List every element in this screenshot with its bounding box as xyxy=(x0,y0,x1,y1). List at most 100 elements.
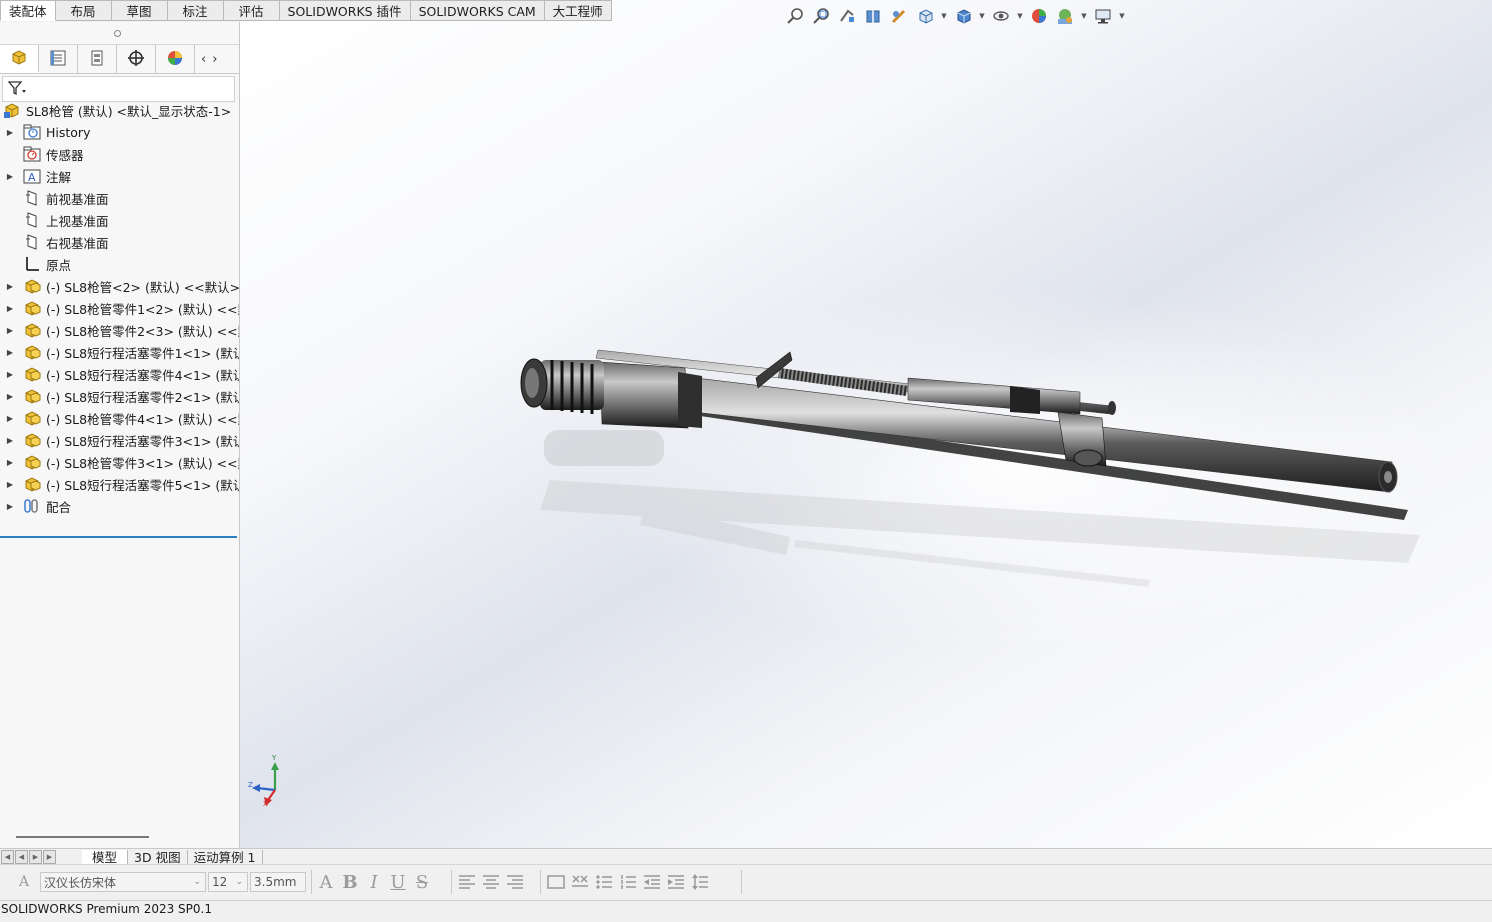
chevron-down-icon[interactable]: ▼ xyxy=(1080,5,1088,27)
expand-arrow-icon[interactable]: ▶ xyxy=(2,407,18,429)
expand-arrow-icon[interactable]: ▶ xyxy=(2,319,18,341)
chevron-down-icon[interactable]: ▼ xyxy=(1016,5,1024,27)
tab-0[interactable]: 装配体 xyxy=(0,0,56,21)
tree-item[interactable]: 前视基准面 xyxy=(0,187,239,209)
bold-icon[interactable]: B xyxy=(338,871,362,893)
stack-icon[interactable] xyxy=(568,871,592,893)
scroll-right-icon[interactable]: › xyxy=(212,52,217,67)
section-view-icon[interactable] xyxy=(862,5,884,27)
first-tab-icon[interactable]: ◀ xyxy=(1,850,14,864)
tab-1[interactable]: 布局 xyxy=(55,0,112,21)
previous-view-icon[interactable] xyxy=(836,5,858,27)
panel-grip[interactable] xyxy=(0,22,239,45)
tree-item[interactable]: ▶ (-) SL8短行程活塞零件4<1> (默认) xyxy=(0,363,239,385)
rollback-bar[interactable] xyxy=(0,536,237,538)
strikethrough-icon[interactable]: S xyxy=(410,871,434,893)
tab-6[interactable]: SOLIDWORKS CAM xyxy=(410,0,545,21)
tree-item[interactable]: ▶ (-) SL8短行程活塞零件1<1> (默认) xyxy=(0,341,239,363)
tree-item[interactable]: ▶ (-) SL8枪管零件3<1> (默认) <<默认 xyxy=(0,451,239,473)
view-settings-icon[interactable] xyxy=(1092,5,1114,27)
tree-root-assembly[interactable]: SL8枪管 (默认) <默认_显示状态-1> xyxy=(0,99,239,121)
expand-arrow-icon[interactable]: ▶ xyxy=(2,363,18,385)
tree-item[interactable]: ▶ A 注解 xyxy=(0,165,239,187)
tab-2[interactable]: 草图 xyxy=(111,0,168,21)
tree-item[interactable]: 传感器 xyxy=(0,143,239,165)
expand-arrow-icon[interactable]: ▶ xyxy=(2,297,18,319)
align-right-icon[interactable] xyxy=(503,871,527,893)
apply-scene-icon[interactable] xyxy=(1054,5,1076,27)
configurationmanager-tab[interactable] xyxy=(78,45,117,73)
chevron-down-icon[interactable]: ▼ xyxy=(1118,5,1126,27)
tab-4[interactable]: 评估 xyxy=(223,0,280,21)
align-left-icon[interactable] xyxy=(455,871,479,893)
text-height-field[interactable]: 3.5mm xyxy=(250,872,306,892)
expand-arrow-icon[interactable]: ▶ xyxy=(2,121,18,143)
panel-horizontal-scrollbar[interactable] xyxy=(16,836,149,838)
tree-item[interactable]: ▶ (-) SL8枪管零件4<1> (默认) <<默认 xyxy=(0,407,239,429)
displaymanager-tab[interactable] xyxy=(156,45,195,73)
expand-arrow-icon[interactable]: ▶ xyxy=(2,451,18,473)
sheet-tab-1[interactable]: 3D 视图 xyxy=(128,849,188,865)
line-spacing-icon[interactable] xyxy=(688,871,712,893)
tree-item[interactable]: ▶ (-) SL8短行程活塞零件5<1> (默认) xyxy=(0,473,239,495)
expand-arrow-icon[interactable]: ▶ xyxy=(2,495,18,517)
expand-arrow-icon[interactable]: ▶ xyxy=(2,429,18,451)
tree-item-label: (-) SL8短行程活塞零件3<1> (默认) xyxy=(46,433,239,449)
model-view-tabs: ◀ ◀ ▶ ▶ 模型 3D 视图 运动算例 1 xyxy=(0,848,1492,865)
expand-arrow-icon[interactable]: ▶ xyxy=(2,165,18,187)
increase-indent-icon[interactable] xyxy=(664,871,688,893)
display-style-icon[interactable] xyxy=(952,5,974,27)
underline-icon[interactable]: U xyxy=(386,871,410,893)
chevron-down-icon[interactable]: ▼ xyxy=(940,5,948,27)
tree-item[interactable]: ▶ (-) SL8枪管<2> (默认) <<默认>_显 xyxy=(0,275,239,297)
tree-item[interactable]: ▶ (-) SL8短行程活塞零件3<1> (默认) xyxy=(0,429,239,451)
chevron-down-icon[interactable]: ▼ xyxy=(978,5,986,27)
dimxpertmanager-tab[interactable] xyxy=(117,45,156,73)
sheet-tab-2[interactable]: 运动算例 1 xyxy=(188,849,263,865)
propertymanager-tab[interactable] xyxy=(39,45,78,73)
sheet-tab-0[interactable]: 模型 xyxy=(82,849,129,865)
tab-7[interactable]: 大工程师 xyxy=(544,0,612,21)
font-color-icon[interactable]: A xyxy=(314,871,338,893)
tree-item[interactable]: 上视基准面 xyxy=(0,209,239,231)
tab-3[interactable]: 标注 xyxy=(167,0,224,21)
last-tab-icon[interactable]: ▶ xyxy=(43,850,56,864)
tree-item-label: (-) SL8短行程活塞零件4<1> (默认) xyxy=(46,367,239,383)
tree-item[interactable]: ▶ History xyxy=(0,121,239,143)
scroll-left-icon[interactable]: ‹ xyxy=(201,52,206,67)
frame-icon[interactable] xyxy=(544,871,568,893)
decrease-indent-icon[interactable] xyxy=(640,871,664,893)
dynamic-annotation-icon[interactable] xyxy=(888,5,910,27)
barrel-assembly[interactable] xyxy=(520,349,1398,493)
font-size-select[interactable]: 12 ⌄ xyxy=(208,872,248,892)
tree-item[interactable]: 原点 xyxy=(0,253,239,275)
tab-5[interactable]: SOLIDWORKS 插件 xyxy=(279,0,411,21)
zoom-to-fit-icon[interactable] xyxy=(784,5,806,27)
graphics-area[interactable]: ▼ ▼ ▼ ▼ ▼ Y Z X xyxy=(240,0,1492,848)
model-view[interactable] xyxy=(240,0,1492,848)
tree-item[interactable]: ▶ (-) SL8枪管零件1<2> (默认) <<默认 xyxy=(0,297,239,319)
hide-show-items-icon[interactable] xyxy=(990,5,1012,27)
expand-arrow-icon[interactable]: ▶ xyxy=(2,275,18,297)
view-orientation-icon[interactable] xyxy=(914,5,936,27)
font-select[interactable]: 汉仪长仿宋体 ⌄ xyxy=(40,872,206,892)
edit-appearance-icon[interactable] xyxy=(1028,5,1050,27)
tree-item[interactable]: ▶ 配合 xyxy=(0,495,239,517)
annotations-icon: A xyxy=(22,167,42,185)
next-tab-icon[interactable]: ▶ xyxy=(29,850,42,864)
tree-item[interactable]: ▶ (-) SL8枪管零件2<3> (默认) <<默认 xyxy=(0,319,239,341)
tree-item[interactable]: ▶ (-) SL8短行程活塞零件2<1> (默认) xyxy=(0,385,239,407)
align-center-icon[interactable] xyxy=(479,871,503,893)
font-style-icon[interactable]: A xyxy=(12,871,36,893)
bullet-list-icon[interactable] xyxy=(592,871,616,893)
numbered-list-icon[interactable] xyxy=(616,871,640,893)
expand-arrow-icon[interactable]: ▶ xyxy=(2,385,18,407)
expand-arrow-icon[interactable]: ▶ xyxy=(2,341,18,363)
zoom-to-area-icon[interactable] xyxy=(810,5,832,27)
italic-icon[interactable]: I xyxy=(362,871,386,893)
expand-arrow-icon[interactable]: ▶ xyxy=(2,473,18,495)
featuremanager-tab[interactable] xyxy=(0,45,39,73)
tree-item[interactable]: 右视基准面 xyxy=(0,231,239,253)
prev-tab-icon[interactable]: ◀ xyxy=(15,850,28,864)
